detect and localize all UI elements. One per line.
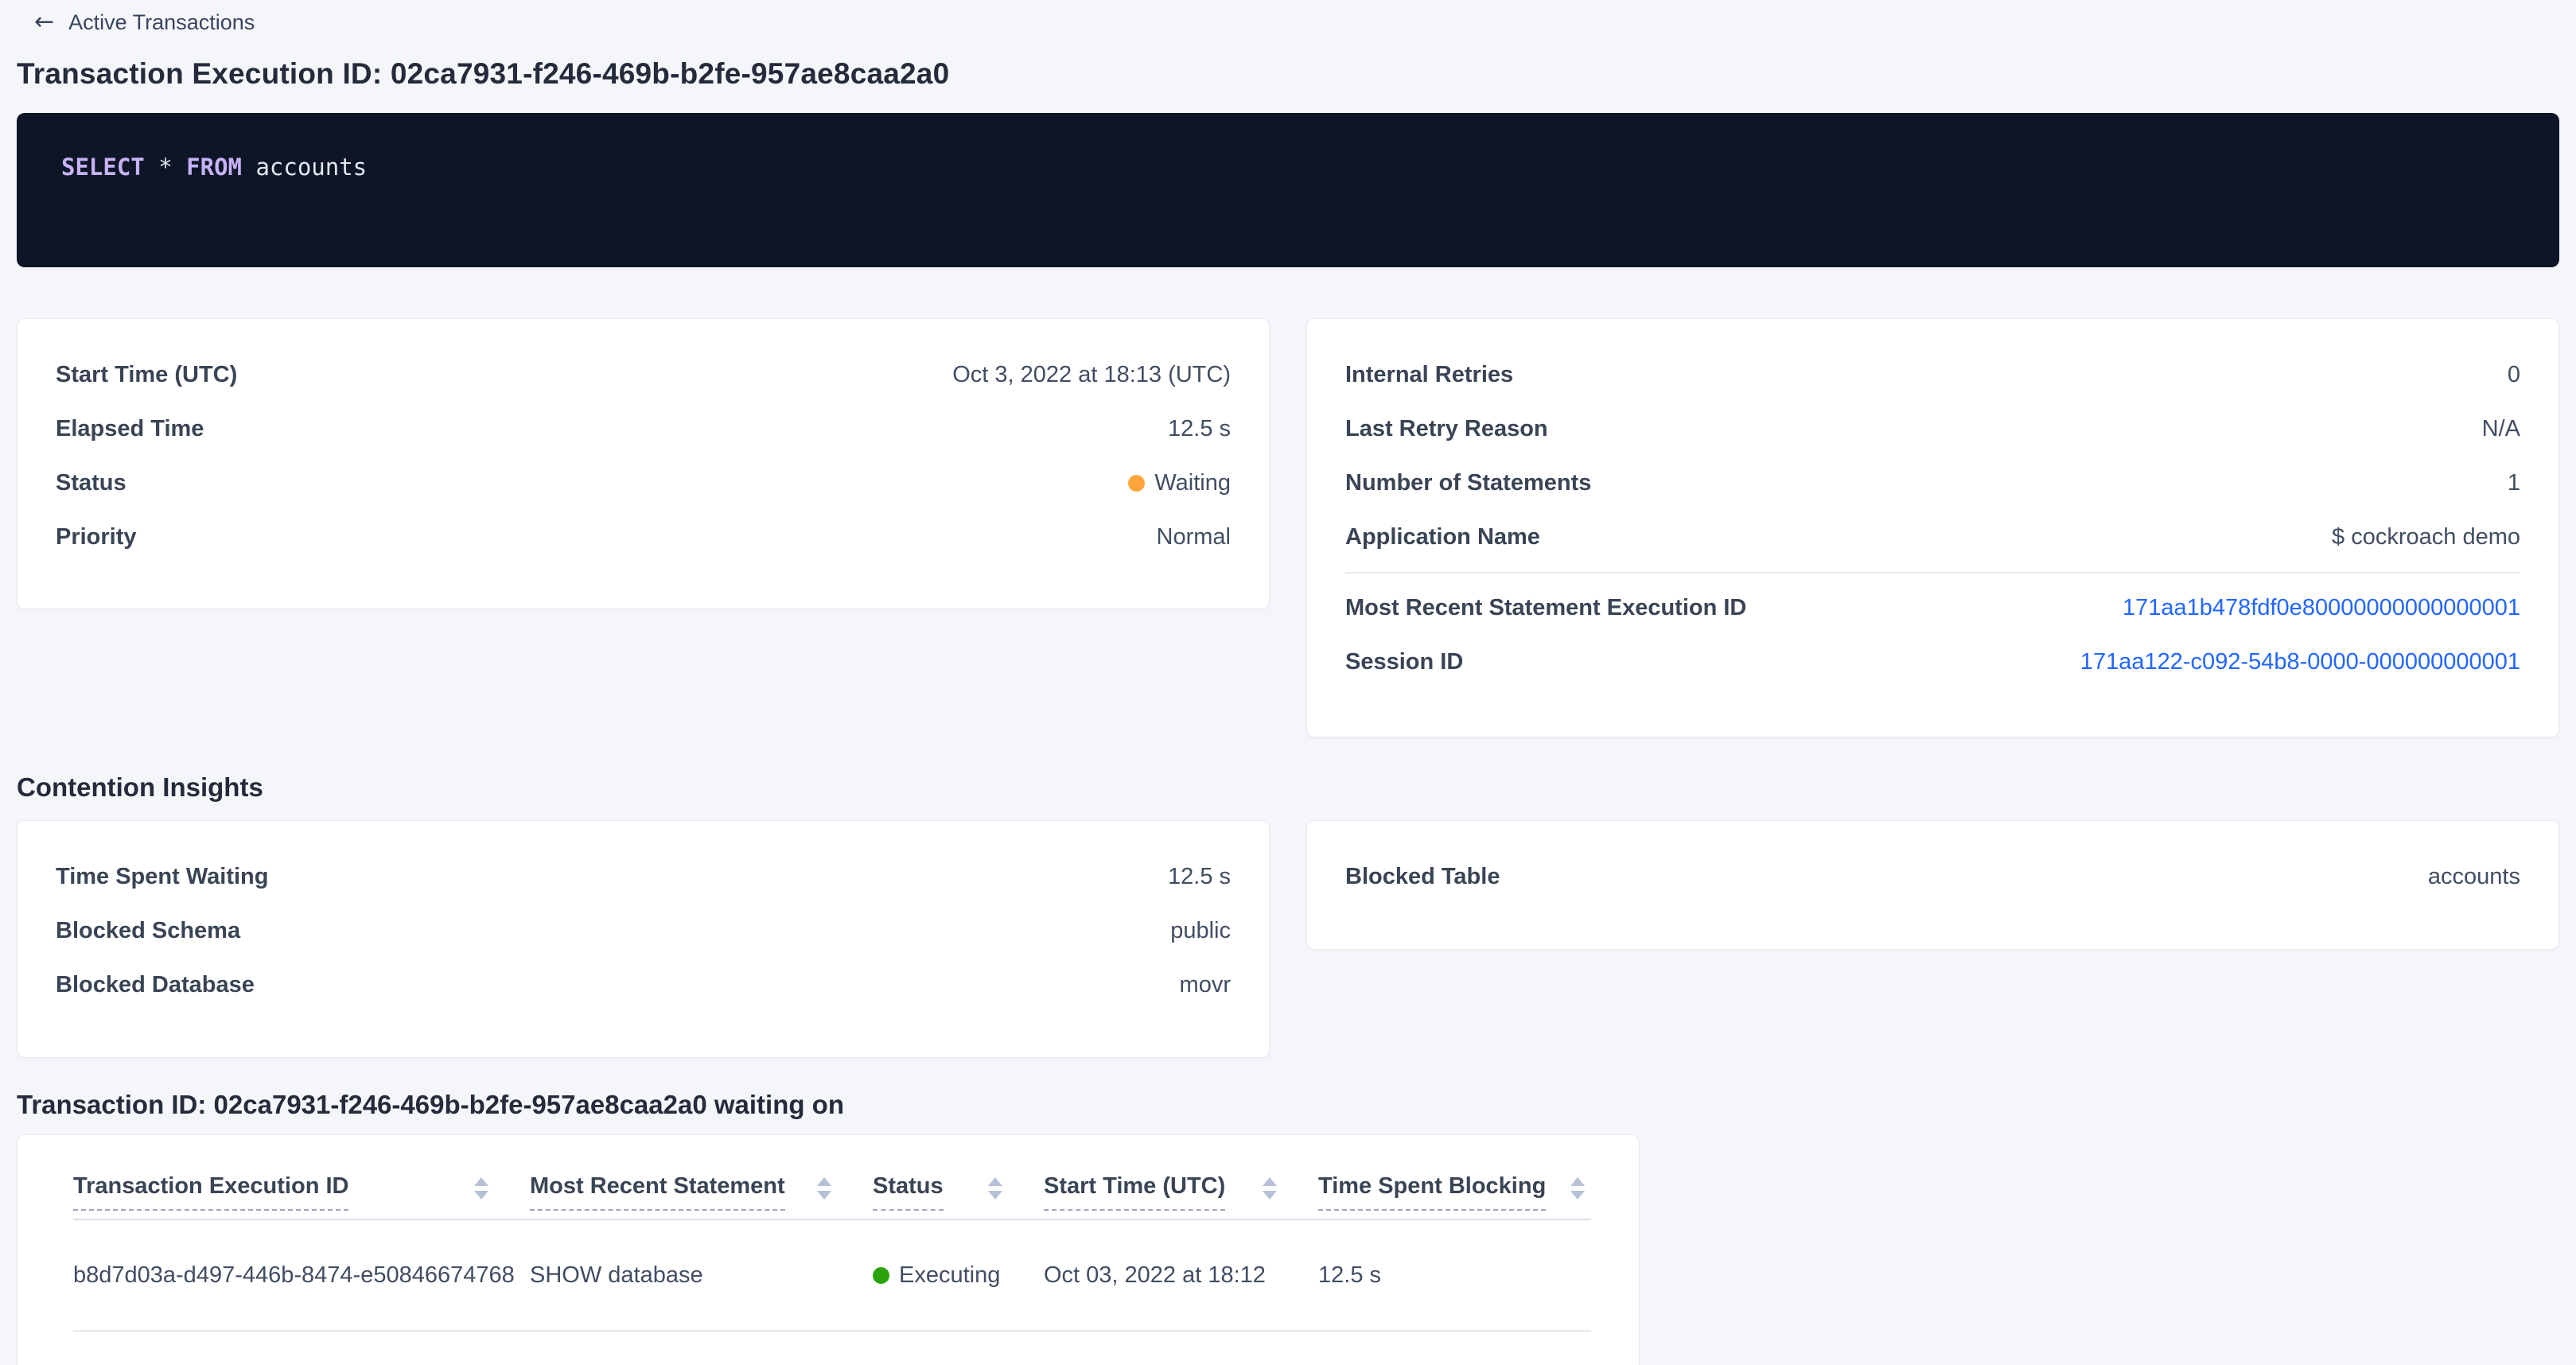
column-header-label[interactable]: Most Recent Statement <box>530 1173 785 1211</box>
contention-row-time-spent-waiting: Time Spent Waiting 12.5 s <box>56 850 1231 904</box>
contention-row-blocked-table: Blocked Table accounts <box>1345 850 2520 904</box>
field-label: Last Retry Reason <box>1345 416 1548 442</box>
field-label: Elapsed Time <box>56 416 204 442</box>
sort-icon[interactable] <box>817 1177 831 1208</box>
summary-row-elapsed-time: Elapsed Time 12.5 s <box>56 402 1231 456</box>
transaction-details-page: ← Active Transactions Transaction Execut… <box>0 0 2576 1365</box>
cell-most-recent-statement: SHOW database <box>530 1262 873 1289</box>
session-id-link[interactable]: 171aa122-c092-54b8-0000-000000000001 <box>2080 649 2520 675</box>
sort-icon[interactable] <box>1263 1177 1277 1208</box>
contention-waiting-card: Time Spent Waiting 12.5 s Blocked Schema… <box>17 820 1270 1058</box>
waiting-status-dot-icon <box>1128 475 1145 492</box>
field-label: Status <box>56 470 126 496</box>
field-value: 0 <box>2508 362 2520 388</box>
status-text: Waiting <box>1154 470 1231 496</box>
cell-time-spent-blocking: 12.5 s <box>1318 1262 1591 1289</box>
contention-row-blocked-schema: Blocked Schema public <box>56 904 1231 958</box>
sql-statement-box: SELECT * FROM accounts <box>17 113 2559 267</box>
waiting-on-heading: Transaction ID: 02ca7931-f246-469b-b2fe-… <box>17 1090 2559 1120</box>
execution-details-card: Internal Retries 0 Last Retry Reason N/A… <box>1306 318 2559 737</box>
field-label: Internal Retries <box>1345 362 1513 388</box>
column-header-label[interactable]: Start Time (UTC) <box>1044 1173 1225 1211</box>
column-header-most-recent-statement: Most Recent Statement <box>530 1173 873 1211</box>
field-value: $ cockroach demo <box>2332 524 2520 550</box>
sql-keyword: SELECT <box>61 154 145 181</box>
card-divider <box>1345 572 2520 574</box>
breadcrumb-label: Active Transactions <box>68 10 255 35</box>
column-header-transaction-execution-id: Transaction Execution ID <box>73 1173 530 1211</box>
field-value: 12.5 s <box>1168 864 1231 890</box>
column-header-time-spent-blocking: Time Spent Blocking <box>1318 1173 1591 1211</box>
cell-start-time: Oct 03, 2022 at 18:12 <box>1044 1262 1318 1289</box>
status-value: Waiting <box>1128 470 1231 496</box>
back-arrow-icon: ← <box>34 10 54 34</box>
page-title: Transaction Execution ID: 02ca7931-f246-… <box>17 57 2559 91</box>
field-value: accounts <box>2428 864 2520 890</box>
details-row-application-name: Application Name $ cockroach demo <box>1345 510 2520 564</box>
details-row-session-id: Session ID 171aa122-c092-54b8-0000-00000… <box>1345 635 2520 689</box>
sort-icon[interactable] <box>1570 1177 1585 1208</box>
field-label: Blocked Schema <box>56 918 240 944</box>
waiting-transactions-table: Transaction Execution ID Most Recent Sta… <box>17 1134 1640 1365</box>
field-label: Blocked Database <box>56 972 255 998</box>
field-label: Time Spent Waiting <box>56 864 268 890</box>
field-label: Application Name <box>1345 524 1540 550</box>
summary-row-priority: Priority Normal <box>56 510 1231 564</box>
field-value: movr <box>1180 972 1231 998</box>
field-value: Oct 3, 2022 at 18:13 (UTC) <box>952 362 1231 388</box>
contention-insights-heading: Contention Insights <box>17 772 2559 803</box>
breadcrumb[interactable]: ← Active Transactions <box>34 6 2559 38</box>
field-label: Number of Statements <box>1345 470 1591 496</box>
column-header-label[interactable]: Status <box>873 1173 944 1211</box>
field-value: 1 <box>2508 470 2520 496</box>
summary-row-start-time: Start Time (UTC) Oct 3, 2022 at 18:13 (U… <box>56 348 1231 402</box>
column-header-label[interactable]: Transaction Execution ID <box>73 1173 348 1211</box>
column-header-start-time: Start Time (UTC) <box>1044 1173 1318 1211</box>
field-value: 12.5 s <box>1168 416 1231 442</box>
executing-status-dot-icon <box>873 1267 889 1284</box>
sql-keyword: FROM <box>186 154 242 181</box>
details-row-last-retry-reason: Last Retry Reason N/A <box>1345 402 2520 456</box>
field-label: Most Recent Statement Execution ID <box>1345 595 1746 621</box>
sql-statement: SELECT * FROM accounts <box>61 154 367 181</box>
sort-icon[interactable] <box>988 1177 1002 1208</box>
table-header-row: Transaction Execution ID Most Recent Sta… <box>73 1135 1591 1220</box>
column-header-label[interactable]: Time Spent Blocking <box>1318 1173 1546 1211</box>
summary-row-status: Status Waiting <box>56 456 1231 510</box>
sort-icon[interactable] <box>474 1177 488 1208</box>
status-text: Executing <box>899 1262 1000 1289</box>
cell-status: Executing <box>873 1262 1044 1289</box>
details-row-internal-retries: Internal Retries 0 <box>1345 348 2520 402</box>
sql-text: * <box>145 154 186 181</box>
field-value: public <box>1170 918 1231 944</box>
contention-cards-row: Time Spent Waiting 12.5 s Blocked Schema… <box>17 820 2559 1058</box>
field-label: Priority <box>56 524 137 550</box>
cell-transaction-execution-id: b8d7d03a-d497-446b-8474-e50846674768 <box>73 1262 530 1289</box>
contention-blocked-table-card: Blocked Table accounts <box>1306 820 2559 950</box>
execution-summary-card: Start Time (UTC) Oct 3, 2022 at 18:13 (U… <box>17 318 1270 609</box>
details-row-statement-execution-id: Most Recent Statement Execution ID 171aa… <box>1345 581 2520 635</box>
field-value: N/A <box>2482 416 2520 442</box>
field-label: Session ID <box>1345 649 1463 675</box>
details-row-number-of-statements: Number of Statements 1 <box>1345 456 2520 510</box>
field-label: Blocked Table <box>1345 864 1500 890</box>
column-header-status: Status <box>873 1173 1044 1211</box>
field-value: Normal <box>1157 524 1231 550</box>
table-row: b8d7d03a-d497-446b-8474-e50846674768 SHO… <box>73 1220 1591 1332</box>
field-label: Start Time (UTC) <box>56 362 237 388</box>
contention-row-blocked-database: Blocked Database movr <box>56 958 1231 1012</box>
summary-cards-row: Start Time (UTC) Oct 3, 2022 at 18:13 (U… <box>17 318 2559 737</box>
sql-text: accounts <box>242 154 367 181</box>
statement-execution-id-link[interactable]: 171aa1b478fdf0e80000000000000001 <box>2123 595 2520 621</box>
